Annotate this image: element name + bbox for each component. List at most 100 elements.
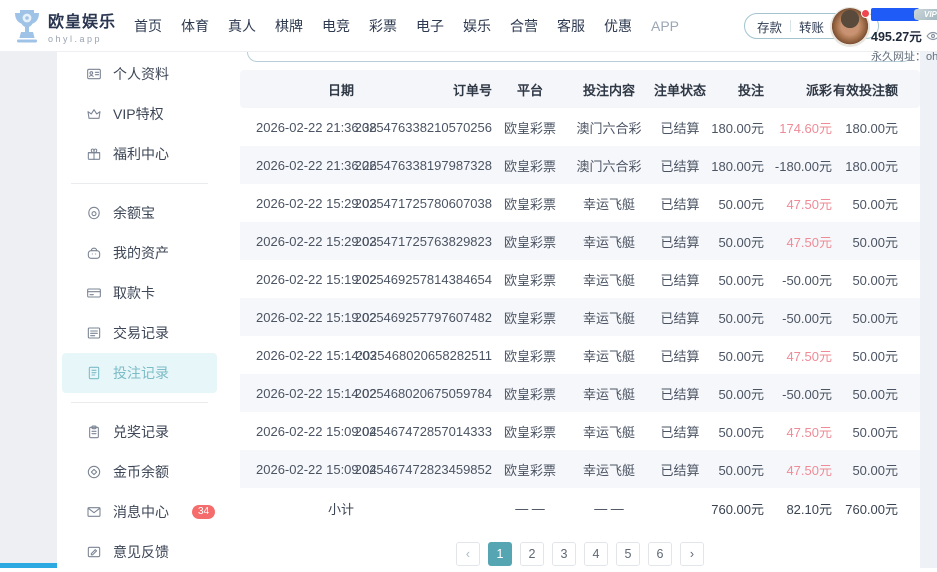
- cell-platform: 欧皇彩票: [503, 158, 556, 174]
- site-title: 欧皇娱乐: [48, 14, 117, 31]
- page-button-2[interactable]: 2: [520, 542, 544, 566]
- cell-platform: 欧皇彩票: [503, 272, 556, 288]
- cell-date: 2026-02-22 15:29:03: [256, 233, 377, 249]
- nav-item-lottery[interactable]: 彩票: [366, 16, 400, 36]
- cell-valid: 50.00元: [852, 234, 898, 250]
- eye-icon[interactable]: [926, 29, 937, 43]
- transfer-button[interactable]: 转账: [791, 17, 832, 36]
- cell-date: 2026-02-22 15:29:03: [256, 195, 377, 211]
- top-header: 欧皇娱乐 ohyl.app 首页 体育 真人 棋牌 电竞 彩票 电子 娱乐 合营 客服 优惠 APP …: [0, 0, 937, 63]
- main-nav: 首页 体育 真人 棋牌 电竞 彩票 电子 娱乐 合营 客服 优惠 APP: [131, 0, 682, 52]
- cell-content: 幸运飞艇: [582, 196, 635, 212]
- table-row: 2026-02-22 21:36:38 2025476338210570256 欧皇…: [240, 108, 920, 146]
- sidebar-item[interactable]: 意见反馈: [62, 532, 217, 572]
- next-page-button[interactable]: ›: [680, 542, 704, 566]
- sidebar-item[interactable]: 交易记录: [62, 313, 217, 353]
- nav-item-esports[interactable]: 电竞: [319, 16, 353, 36]
- sidebar-item[interactable]: 金币余额: [62, 452, 217, 492]
- cell-order-no: 2025468020658282511: [355, 347, 492, 363]
- cell-valid: 180.00元: [845, 120, 898, 136]
- cell-payout: -50.00元: [782, 386, 832, 402]
- table-row: 2026-02-22 21:36:26 2025476338197987328 欧皇…: [240, 146, 920, 184]
- cell-status: 已结算: [660, 310, 700, 326]
- nav-item-sports[interactable]: 体育: [178, 16, 212, 36]
- cell-platform: 欧皇彩票: [503, 310, 556, 326]
- cell-payout: -50.00元: [782, 272, 832, 288]
- page-button-1[interactable]: 1: [488, 542, 512, 566]
- cell-status: 已结算: [660, 462, 700, 478]
- table-row: 2026-02-22 15:19:02 2025469257814384654 欧皇…: [240, 260, 920, 298]
- sidebar-item[interactable]: 个人资料: [62, 54, 217, 94]
- page-button-3[interactable]: 3: [552, 542, 576, 566]
- sidebar-item[interactable]: VIP特权: [62, 94, 217, 134]
- nav-item-slots[interactable]: 电子: [413, 16, 447, 36]
- nav-item-support[interactable]: 客服: [554, 16, 588, 36]
- sidebar-item[interactable]: 投注记录: [62, 353, 217, 393]
- sidebar-item[interactable]: 兑奖记录: [62, 412, 217, 452]
- table-row: 2026-02-22 15:14:03 2025468020658282511 欧皇…: [240, 336, 920, 374]
- permanent-url: 永久网址：ohyl: [871, 51, 937, 63]
- cell-bet: 50.00元: [718, 424, 764, 440]
- cell-order-no: 2025469257797607482: [354, 309, 492, 325]
- cell-payout: 47.50元: [786, 424, 832, 440]
- cell-order-no: 2025471725763829823: [354, 233, 492, 249]
- cell-platform: 欧皇彩票: [503, 348, 556, 364]
- cell-bet: 50.00元: [718, 348, 764, 364]
- nav-item-promotions[interactable]: 优惠: [601, 16, 635, 36]
- cell-date: 2026-02-22 15:14:02: [256, 385, 377, 401]
- sidebar-item[interactable]: 取款卡: [62, 273, 217, 313]
- deposit-button[interactable]: 存款: [749, 17, 790, 36]
- sidebar-item-label: 兑奖记录: [113, 424, 169, 440]
- crown-icon: [86, 106, 102, 122]
- cell-bet: 50.00元: [718, 462, 764, 478]
- cell-bet: 760.00元: [711, 501, 764, 517]
- cell-payout: 47.50元: [786, 234, 832, 250]
- right-gutter: [920, 52, 937, 568]
- cell-platform: 欧皇彩票: [503, 386, 556, 402]
- sidebar-item[interactable]: 福利中心: [62, 134, 217, 174]
- vip-badge: VIP: [914, 9, 937, 20]
- table-row: 2026-02-22 15:09:04 2025467472857014333 欧皇…: [240, 412, 920, 450]
- page-button-4[interactable]: 4: [584, 542, 608, 566]
- cell-platform: 欧皇彩票: [503, 196, 556, 212]
- sidebar-item[interactable]: 消息中心 34: [62, 492, 217, 532]
- page-button-5[interactable]: 5: [616, 542, 640, 566]
- nav-item-card-games[interactable]: 棋牌: [272, 16, 306, 36]
- cell-platform: 欧皇彩票: [503, 462, 556, 478]
- feedback-icon: [86, 544, 102, 560]
- cell-status: 已结算: [660, 158, 700, 174]
- nav-item-entertainment[interactable]: 娱乐: [460, 16, 494, 36]
- username-redacted: [871, 8, 919, 21]
- prev-page-button[interactable]: ‹: [456, 542, 480, 566]
- trophy-logo-icon: [14, 9, 40, 43]
- cell-bet: 180.00元: [711, 158, 764, 174]
- cell-valid: 180.00元: [845, 158, 898, 174]
- nav-item-live-casino[interactable]: 真人: [225, 16, 259, 36]
- cell-date: 2026-02-22 15:09:04: [256, 423, 377, 439]
- cell-order-no: 2025467472857014333: [354, 423, 492, 439]
- cell-content: 澳门六合彩: [576, 120, 642, 136]
- sidebar-item[interactable]: 余额宝: [62, 193, 217, 233]
- nav-item-partnership[interactable]: 合营: [507, 16, 541, 36]
- table-row: 2026-02-22 15:29:03 2025471725763829823 欧皇…: [240, 222, 920, 260]
- column-header: 投注: [737, 82, 764, 98]
- id-card-icon: [86, 66, 102, 82]
- cell-valid: 50.00元: [852, 272, 898, 288]
- nav-item-home[interactable]: 首页: [131, 16, 165, 36]
- cell-status: 已结算: [660, 348, 700, 364]
- cell-valid: 50.00元: [852, 386, 898, 402]
- clipboard-icon: [86, 424, 102, 440]
- cell-order-no: 2025471725780607038: [354, 195, 492, 211]
- site-logo[interactable]: 欧皇娱乐 ohyl.app: [14, 8, 116, 44]
- page-button-6[interactable]: 6: [648, 542, 672, 566]
- cell-status: 已结算: [660, 196, 700, 212]
- sidebar-item[interactable]: 我的资产: [62, 233, 217, 273]
- cell-date: 2026-02-22 15:19:02: [256, 271, 377, 287]
- notification-dot: [861, 9, 870, 18]
- cell-order-no: 2025467472823459852: [354, 461, 492, 477]
- bet-record-icon: [86, 365, 102, 381]
- nav-item-app[interactable]: APP: [648, 18, 682, 34]
- cell-date: 2026-02-22 15:14:03: [256, 347, 377, 363]
- cell-payout: -50.00元: [782, 310, 832, 326]
- cell-platform: 欧皇彩票: [503, 234, 556, 250]
